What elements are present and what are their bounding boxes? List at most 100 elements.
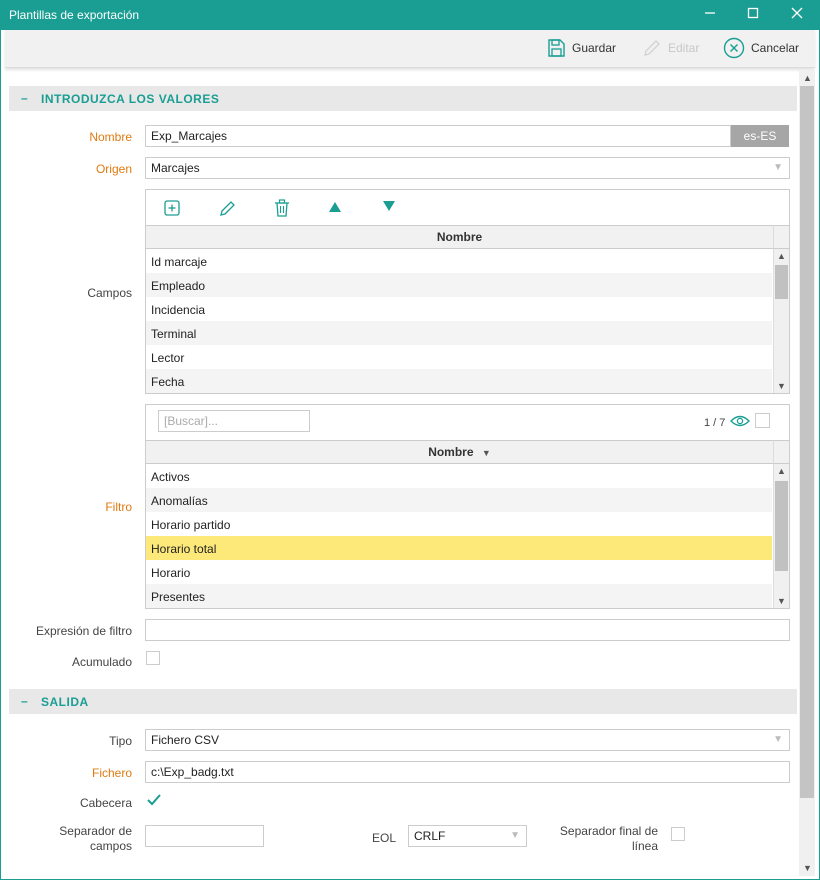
sort-down-icon[interactable]: ▼ (482, 448, 491, 458)
title-bar: Plantillas de exportación (0, 0, 820, 30)
tipo-value: Fichero CSV (151, 733, 220, 747)
checkmark-icon (147, 794, 161, 806)
list-item[interactable]: Fecha (146, 369, 772, 393)
list-item[interactable]: Presentes (146, 584, 772, 608)
acumulado-label: Acumulado (71, 655, 132, 669)
triangle-up-icon (329, 202, 341, 212)
section-output-header[interactable]: – SALIDA (9, 689, 797, 714)
cancel-label: Cancelar (751, 41, 800, 55)
scroll-up-icon[interactable]: ▲ (777, 466, 786, 476)
delete-field-button[interactable] (274, 199, 290, 220)
edit-button[interactable]: Editar (642, 35, 699, 61)
list-item[interactable]: Horario partido (146, 512, 772, 536)
save-label: Guardar (572, 41, 617, 55)
campos-column-header[interactable]: Nombre (146, 225, 773, 249)
tipo-select[interactable]: Fichero CSV ▼ (145, 729, 790, 751)
move-up-button[interactable] (328, 200, 342, 217)
origen-value: Marcajes (151, 161, 200, 175)
sep-final-label: Separador final de línea (528, 824, 658, 854)
scroll-up-icon[interactable]: ▲ (803, 73, 812, 83)
list-item[interactable]: Empleado (146, 273, 772, 297)
sep-final-label-line2: línea (631, 839, 658, 853)
tipo-label: Tipo (109, 734, 132, 748)
filtro-search-input[interactable]: [Buscar]... (158, 410, 310, 432)
close-icon (791, 7, 803, 19)
fichero-label: Fichero (91, 766, 132, 780)
list-item-selected[interactable]: Horario total (146, 536, 772, 560)
expresion-label: Expresión de filtro (35, 624, 132, 638)
minimize-icon (705, 12, 715, 14)
origen-select[interactable]: Marcajes ▼ (145, 157, 790, 179)
chevron-down-icon: ▼ (773, 734, 783, 745)
trash-icon (275, 199, 289, 217)
collapse-toggle[interactable]: – (21, 694, 28, 708)
list-item[interactable]: Incidencia (146, 297, 772, 321)
toolbar: Guardar Editar Cancelar (5, 30, 815, 68)
scroll-thumb[interactable] (775, 481, 788, 571)
eol-value: CRLF (414, 829, 446, 843)
form-content: – INTRODUZCA LOS VALORES Nombre Exp_Marc… (5, 70, 797, 876)
sep-campos-label: Separador de campos (5, 824, 132, 854)
scroll-down-icon[interactable]: ▼ (777, 596, 786, 606)
page-scrollbar[interactable]: ▲ ▼ (799, 70, 815, 876)
cancel-button[interactable]: Cancelar (723, 35, 799, 61)
header-scroll-spacer (773, 225, 789, 249)
scroll-down-icon[interactable]: ▼ (803, 863, 812, 873)
sep-campos-label-line2: campos (89, 839, 132, 853)
collapse-toggle[interactable]: – (21, 91, 28, 105)
scroll-up-icon[interactable]: ▲ (777, 251, 786, 261)
triangle-down-icon (383, 201, 395, 211)
sep-campos-input[interactable] (145, 825, 264, 847)
scroll-thumb[interactable] (775, 265, 788, 299)
close-window-button[interactable] (787, 6, 807, 24)
filtro-scrollbar[interactable]: ▲ ▼ (773, 464, 789, 608)
add-icon (164, 200, 180, 216)
campos-label: Campos (87, 286, 132, 300)
add-field-button[interactable] (164, 200, 180, 219)
origen-label: Origen (95, 162, 132, 176)
cancel-circle-icon (723, 37, 745, 59)
scroll-thumb[interactable] (800, 86, 814, 798)
filtro-column-header[interactable]: Nombre ▼ (146, 440, 773, 464)
list-item[interactable]: Lector (146, 345, 772, 369)
minimize-button[interactable] (700, 6, 720, 24)
cabecera-label: Cabecera (79, 796, 132, 810)
section-values-header[interactable]: – INTRODUZCA LOS VALORES (9, 86, 797, 111)
sep-campos-label-line1: Separador de (59, 824, 132, 838)
list-item[interactable]: Activos (146, 464, 772, 488)
section-title: SALIDA (41, 695, 89, 709)
eye-icon (730, 415, 750, 427)
campos-scrollbar[interactable]: ▲ ▼ (773, 249, 789, 393)
save-icon (548, 39, 565, 57)
cabecera-checkbox[interactable] (146, 792, 162, 808)
pager-text: 1 / 7 (704, 417, 726, 429)
filtro-panel: [Buscar]... 1 / 7 Nombre ▼ Activos Anoma… (145, 404, 790, 609)
window-title: Plantillas de exportación (9, 8, 140, 22)
select-all-checkbox[interactable] (755, 413, 770, 428)
pencil-icon (220, 201, 235, 216)
pencil-icon (644, 40, 660, 56)
nombre-input[interactable]: Exp_Marcajes (145, 125, 731, 147)
eye-toggle-button[interactable] (730, 414, 750, 431)
nombre-label: Nombre (89, 130, 132, 144)
list-item[interactable]: Id marcaje (146, 249, 772, 273)
list-item[interactable]: Horario (146, 560, 772, 584)
save-button[interactable]: Guardar (546, 35, 616, 61)
header-scroll-spacer (773, 440, 789, 464)
move-down-button[interactable] (382, 199, 396, 216)
expresion-input[interactable] (145, 619, 790, 641)
list-item[interactable]: Terminal (146, 321, 772, 345)
acumulado-checkbox[interactable] (146, 651, 160, 665)
maximize-button[interactable] (743, 6, 763, 24)
language-badge[interactable]: es-ES (731, 125, 789, 147)
fichero-input[interactable]: c:\Exp_badg.txt (145, 761, 790, 783)
scroll-down-icon[interactable]: ▼ (777, 381, 786, 391)
sep-final-checkbox[interactable] (671, 827, 685, 841)
filtro-label: Filtro (105, 500, 132, 514)
list-item[interactable]: Anomalías (146, 488, 772, 512)
maximize-icon (747, 7, 759, 19)
eol-select[interactable]: CRLF ▼ (408, 825, 527, 847)
edit-field-button[interactable] (219, 199, 237, 220)
sep-final-label-line1: Separador final de (559, 824, 658, 838)
eol-label: EOL (371, 831, 396, 845)
